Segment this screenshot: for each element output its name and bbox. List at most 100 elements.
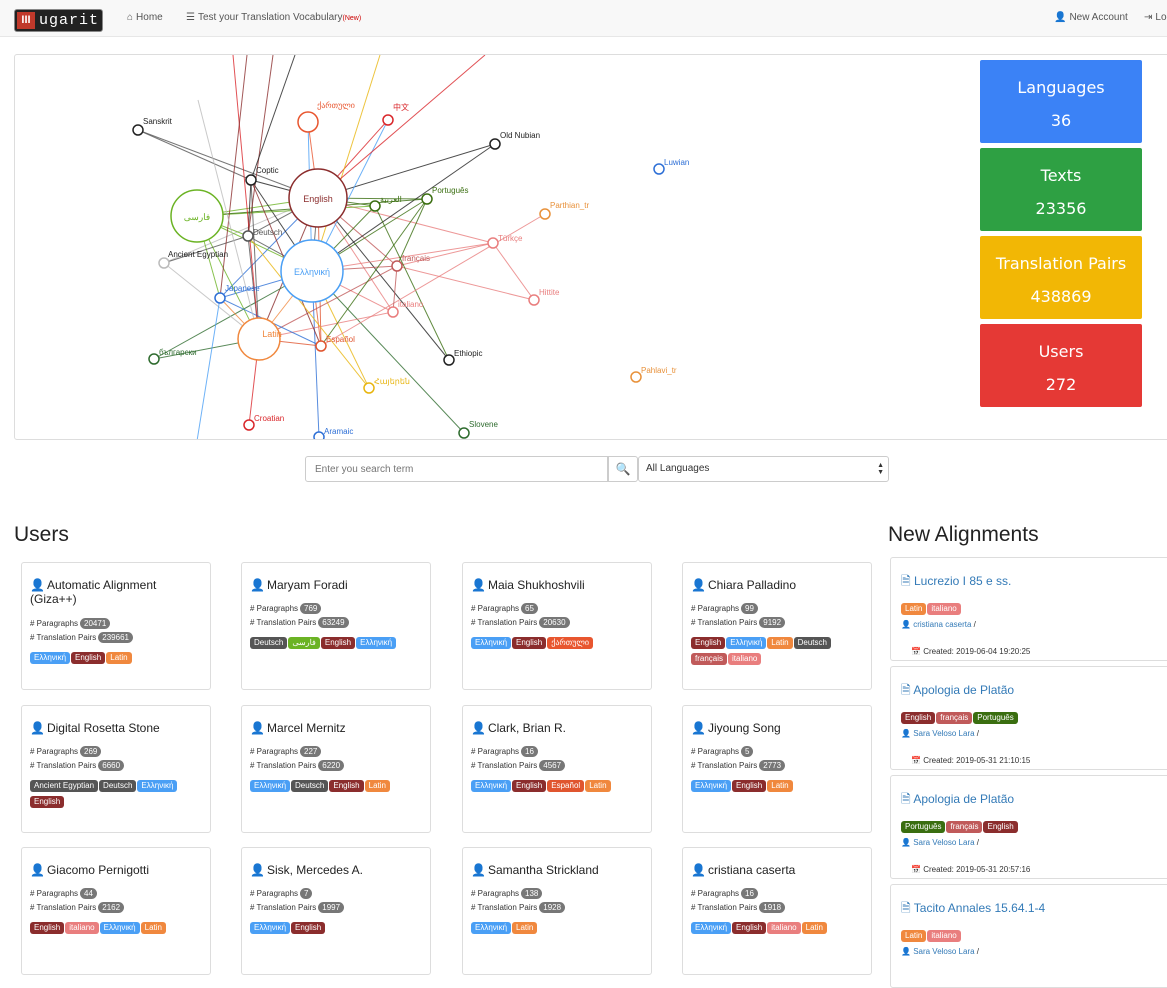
language-tag[interactable]: Português [973,712,1018,724]
alignment-user[interactable]: 👤 cristiana caserta / [901,620,976,629]
language-tag[interactable]: Deutsch [291,780,329,792]
language-tag[interactable]: Ελληνική [471,922,512,934]
language-tag[interactable]: Ελληνική [356,637,397,649]
language-network-graph[interactable]: English Ελληνική Latin فارسی ქართული 中文 Sanskr… [15,55,975,440]
graph-node[interactable] [630,371,642,383]
stat-tile-translation-pairs[interactable]: Translation Pairs 438869 [980,236,1142,319]
language-tag[interactable]: Latin [801,922,827,934]
language-tag[interactable]: Deutsch [793,637,831,649]
graph-node[interactable] [245,174,257,186]
graph-node[interactable] [363,382,375,394]
graph-node[interactable] [539,208,551,220]
language-tag[interactable]: italiano [927,603,961,615]
graph-node[interactable] [315,340,327,352]
graph-node[interactable] [387,306,399,318]
user-card[interactable]: 👤 Jiyoung Song # Paragraphs 5 # Translation … [682,705,872,833]
alignment-user[interactable]: 👤 Sara Veloso Lara / [901,838,979,847]
graph-node[interactable] [528,294,540,306]
user-name[interactable]: 👤 Jiyoung Song [691,721,867,735]
language-tag[interactable]: français [691,653,728,665]
user-name[interactable]: 👤 Giacomo Pernigotti [30,863,206,877]
search-input[interactable] [305,456,608,482]
language-tag[interactable]: Ελληνική [471,637,512,649]
alignment-title[interactable]: 🗎 Apologia de Platão [901,790,1014,811]
graph-node[interactable] [158,257,170,269]
user-name[interactable]: 👤 cristiana caserta [691,863,867,877]
language-select[interactable]: All Languages ▲ ▼ [638,456,889,482]
language-tag[interactable]: Ελληνική [99,922,140,934]
language-tag[interactable]: English [983,821,1018,833]
alignment-card[interactable]: 🗎 Apologia de Platão English français Portu… [890,666,1167,770]
graph-node[interactable] [243,419,255,431]
graph-node[interactable] [369,200,381,212]
graph-node[interactable] [487,237,499,249]
nav-login[interactable]: ⇥Login [1144,12,1167,23]
user-card[interactable]: 👤 Giacomo Pernigotti # Paragraphs 44 # Trans… [21,847,211,975]
user-card[interactable]: 👤 Automatic Alignment (Giza++) # Paragraph… [21,562,211,690]
user-card[interactable]: 👤 Samantha Strickland # Paragraphs 138 # Tra… [462,847,652,975]
language-tag[interactable]: English [71,652,106,664]
language-tag[interactable]: Latin [767,637,793,649]
user-name[interactable]: 👤 Maia Shukhoshvili [471,578,647,592]
language-tag[interactable]: Ελληνική [471,780,512,792]
user-name[interactable]: 👤 Automatic Alignment (Giza++) [30,578,206,606]
graph-node[interactable] [214,292,226,304]
graph-node[interactable] [297,111,319,133]
user-card[interactable]: 👤 Marcel Mernitz # Paragraphs 227 # Translat… [241,705,431,833]
language-tag[interactable]: English [512,780,547,792]
language-tag[interactable]: Latin [901,603,927,615]
user-name[interactable]: 👤 Maryam Foradi [250,578,426,592]
language-tag[interactable]: Latin [767,780,793,792]
graph-node[interactable] [421,193,433,205]
graph-node[interactable] [237,317,281,361]
graph-node[interactable] [148,353,160,365]
language-tag[interactable]: English [30,796,65,808]
alignment-user[interactable]: 👤 Sara Veloso Lara / [901,729,979,738]
graph-node[interactable] [653,163,665,175]
alignment-user[interactable]: 👤 Sara Veloso Lara / [901,947,979,956]
ugarit-logo[interactable]: ΙΙΙ ugarit [14,9,103,32]
language-tag[interactable]: Deutsch [250,637,288,649]
user-name[interactable]: 👤 Digital Rosetta Stone [30,721,206,735]
language-tag[interactable]: Deutsch [99,780,137,792]
graph-node[interactable] [382,114,394,126]
alignment-card[interactable]: 🗎 Lucrezio I 85 e ss. Latin italiano 👤 cris… [890,557,1167,661]
graph-node[interactable] [489,138,501,150]
language-tag[interactable]: Latin [106,652,132,664]
language-tag[interactable]: English [732,780,767,792]
language-tag[interactable]: Latin [585,780,611,792]
language-tag[interactable]: English [329,780,364,792]
language-tag[interactable]: Ελληνική [691,780,732,792]
user-name[interactable]: 👤 Clark, Brian R. [471,721,647,735]
language-tag[interactable]: italiano [927,930,961,942]
graph-node[interactable] [443,354,455,366]
graph-node[interactable] [458,427,470,439]
user-name[interactable]: 👤 Samantha Strickland [471,863,647,877]
nav-home[interactable]: ⌂ Home [127,12,163,23]
user-card[interactable]: 👤 Chiara Palladino # Paragraphs 99 # Transla… [682,562,872,690]
nav-new-account[interactable]: 👤 New Account [1054,12,1128,23]
language-tag[interactable]: ქართული [547,637,594,649]
language-tag[interactable]: français [936,712,973,724]
language-tag[interactable]: Ελληνική [691,922,732,934]
alignment-title[interactable]: 🗎 Lucrezio I 85 e ss. [901,572,1011,593]
language-tag[interactable]: English [691,637,726,649]
stat-tile-languages[interactable]: Languages 36 [980,60,1142,143]
user-card[interactable]: 👤 Digital Rosetta Stone # Paragraphs 269 # T… [21,705,211,833]
graph-node[interactable] [242,230,254,242]
stat-tile-users[interactable]: Users 272 [980,324,1142,407]
language-tag[interactable]: Ελληνική [250,922,291,934]
graph-node[interactable] [132,124,144,136]
user-card[interactable]: 👤 Maia Shukhoshvili # Paragraphs 65 # Transl… [462,562,652,690]
graph-node[interactable] [313,431,325,440]
user-card[interactable]: 👤 Sisk, Mercedes A. # Paragraphs 7 # Transla… [241,847,431,975]
user-card[interactable]: 👤 cristiana caserta # Paragraphs 16 # Transl… [682,847,872,975]
language-tag[interactable]: Ελληνική [250,780,291,792]
language-tag[interactable]: English [30,922,65,934]
stat-tile-texts[interactable]: Texts 23356 [980,148,1142,231]
user-name[interactable]: 👤 Marcel Mernitz [250,721,426,735]
language-tag[interactable]: italiano [728,653,762,665]
language-tag[interactable]: English [732,922,767,934]
language-tag[interactable]: Latin [901,930,927,942]
language-tag[interactable]: Ελληνική [726,637,767,649]
